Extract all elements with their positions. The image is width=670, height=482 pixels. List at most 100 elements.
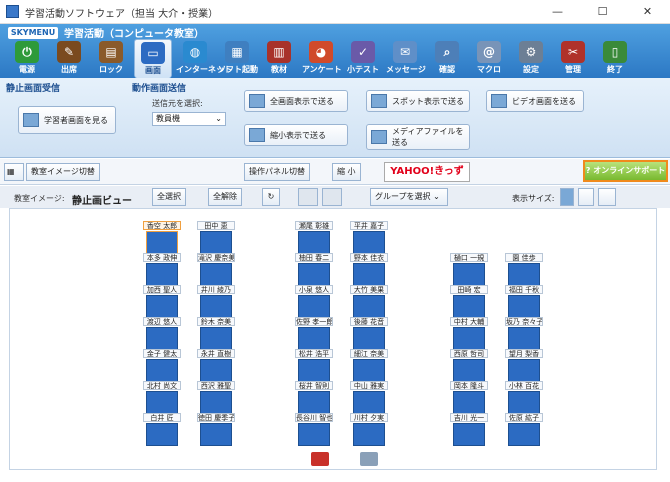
yahoo-kids-link[interactable]: YAHOO!きっず <box>384 162 470 182</box>
student-seat[interactable]: 園 佳歩 <box>505 253 543 286</box>
send-media-file-button[interactable]: メディアファイルを送る <box>366 124 470 150</box>
toolbar-books-button[interactable]: ▥ 教材 <box>260 39 298 78</box>
student-seat[interactable]: 加西 聖人 <box>143 285 181 318</box>
send-video-button[interactable]: ビデオ画面を送る <box>486 90 584 112</box>
student-seat[interactable]: 平井 嘉子 <box>350 221 388 254</box>
toolbar-attendance-button[interactable]: ✎ 出席 <box>50 39 88 78</box>
toolbar-exit-button[interactable]: ▯ 終了 <box>596 39 634 78</box>
size-medium-button[interactable] <box>578 188 594 206</box>
student-seat[interactable]: 川村 夕実 <box>350 413 388 446</box>
software-icon: ▦ <box>225 41 249 63</box>
online-support-button[interactable]: ? オンラインサポート <box>583 160 668 182</box>
student-seat[interactable]: 田中 恵 <box>197 221 235 254</box>
toolbar-message-button[interactable]: ✉ メッセージ <box>386 39 426 78</box>
attendance-icon: ✎ <box>57 41 81 63</box>
toolbar-software-button[interactable]: ▦ ソフト起動 <box>218 39 258 78</box>
student-seat[interactable]: 鈴木 奈美 <box>197 317 235 350</box>
student-seat[interactable]: 永井 直樹 <box>197 349 235 382</box>
student-seat[interactable]: 岡本 隆斗 <box>450 381 488 414</box>
toolbar-macro-button[interactable]: @ マクロ <box>470 39 508 78</box>
toolbar-admin-button[interactable]: ✂ 管理 <box>554 39 592 78</box>
source-select[interactable]: 教員機 ⌄ <box>152 112 226 126</box>
seat-name: 吉川 光一 <box>450 413 488 422</box>
print-icon[interactable] <box>360 452 378 466</box>
student-seat[interactable]: 佐原 紘子 <box>505 413 543 446</box>
send-shrink-button[interactable]: 縮小表示で送る <box>244 124 348 146</box>
student-seat[interactable]: 中村 大輔 <box>450 317 488 350</box>
shrink-button[interactable]: 縮 小 <box>332 163 361 181</box>
student-seat[interactable]: 滝沢 慶奈美 <box>197 253 235 286</box>
student-seat[interactable]: 坂乃 奈々子 <box>505 317 543 350</box>
student-seat[interactable]: 柚田 春二 <box>295 253 333 286</box>
seat-screen-thumbnail <box>508 359 540 382</box>
panel-switch-button[interactable]: 操作パネル切替 <box>244 163 310 181</box>
send-fullscreen-button[interactable]: 全画面表示で送る <box>244 90 348 112</box>
view-student-screen-button[interactable]: 学習者画面を見る <box>18 106 116 134</box>
student-seat[interactable]: 細江 奈美 <box>350 349 388 382</box>
student-seat[interactable]: 吉川 光一 <box>450 413 488 446</box>
student-seat[interactable]: 長谷川 智也 <box>295 413 333 446</box>
student-seat[interactable]: 西原 哲司 <box>450 349 488 382</box>
student-seat[interactable]: 渡辺 悠人 <box>143 317 181 350</box>
maximize-button[interactable]: ☐ <box>580 0 625 24</box>
macro-icon: @ <box>477 41 501 63</box>
student-seat[interactable]: 後藤 花音 <box>350 317 388 350</box>
student-seat[interactable]: 中山 雅実 <box>350 381 388 414</box>
student-seat[interactable]: 福田 千秋 <box>505 285 543 318</box>
student-seat[interactable]: 徳田 慶季子 <box>197 413 235 446</box>
student-seat[interactable]: 野本 佳衣 <box>350 253 388 286</box>
check-icon: ⌕ <box>435 41 459 63</box>
seat-screen-thumbnail <box>146 231 178 254</box>
student-seat[interactable]: 金子 健太 <box>143 349 181 382</box>
seat-screen-thumbnail <box>353 295 385 318</box>
toolbar-power-button[interactable]: ⏻ 電源 <box>8 39 46 78</box>
seat-screen-thumbnail <box>508 423 540 446</box>
student-seat[interactable]: 北村 尚文 <box>143 381 181 414</box>
close-button[interactable]: ✕ <box>625 0 670 24</box>
toolbar-quiz-button[interactable]: ✓ 小テスト <box>344 39 382 78</box>
size-small-button[interactable] <box>560 188 574 206</box>
toolbar-monitor-button[interactable]: ▭ 画面 <box>134 39 172 78</box>
deselect-all-button[interactable]: 全解除 <box>208 188 242 206</box>
student-seat[interactable]: 大竹 美果 <box>350 285 388 318</box>
screen-record-icon[interactable] <box>311 452 329 466</box>
seat-name: 平井 嘉子 <box>350 221 388 230</box>
student-seat[interactable]: 香空 太郎 <box>143 221 181 254</box>
toolbar-survey-button[interactable]: ◕ アンケート <box>302 39 342 78</box>
student-seat[interactable]: 樋口 一規 <box>450 253 488 286</box>
toolbar-check-button[interactable]: ⌕ 確認 <box>428 39 466 78</box>
classroom-image-switch-button[interactable]: 教室イメージ切替 <box>26 163 100 181</box>
group-select-dropdown[interactable]: グループを選択 ⌄ <box>370 188 448 206</box>
refresh-icon[interactable]: ↻ <box>262 188 280 206</box>
survey-icon: ◕ <box>309 41 333 63</box>
student-seat[interactable]: 井川 綾乃 <box>197 285 235 318</box>
seat-screen-thumbnail <box>353 391 385 414</box>
student-seat[interactable]: 小泉 悠人 <box>295 285 333 318</box>
student-seat[interactable]: 西沢 雅聖 <box>197 381 235 414</box>
send-spot-button[interactable]: スポット表示で送る <box>366 90 470 112</box>
seat-screen-thumbnail <box>146 263 178 286</box>
toolbar-settings-button[interactable]: ⚙ 設定 <box>512 39 550 78</box>
grid-view-icon[interactable]: ▦ <box>4 163 24 181</box>
student-seat[interactable]: 田崎 宏 <box>450 285 488 318</box>
seat-name: 徳田 慶季子 <box>197 413 235 422</box>
size-large-button[interactable] <box>598 188 616 206</box>
student-seat[interactable]: 桜井 智則 <box>295 381 333 414</box>
student-seat[interactable]: 本多 政伸 <box>143 253 181 286</box>
seat-name: 福田 千秋 <box>505 285 543 294</box>
student-seat[interactable]: 小林 百花 <box>505 381 543 414</box>
toolbar-lock-button[interactable]: ▤ ロック <box>92 39 130 78</box>
student-seat[interactable]: 佐野 孝一郎 <box>295 317 333 350</box>
select-all-button[interactable]: 全選択 <box>152 188 186 206</box>
display-size-label: 表示サイズ: <box>512 194 555 203</box>
student-seat[interactable]: 松井 浩平 <box>295 349 333 382</box>
seat-screen-thumbnail <box>298 423 330 446</box>
student-seat[interactable]: 白井 匠 <box>143 413 181 446</box>
ribbon-panel: 静止画面受信 学習者画面を見る 動作画面送信 送信元を選択: 教員機 ⌄ 全画面表… <box>0 78 670 158</box>
classroom-grid: 香空 太郎 本多 政伸 加西 聖人 渡辺 悠人 金子 健太 北村 尚文 白井 匠 田中 恵滝沢… <box>9 208 657 470</box>
student-seat[interactable]: 瀬尾 彰雄 <box>295 221 333 254</box>
shrink-icon <box>249 128 265 142</box>
minimize-button[interactable]: — <box>535 0 580 24</box>
toolbar-internet-button[interactable]: ◍ インターネット <box>176 39 232 78</box>
student-seat[interactable]: 望月 梨香 <box>505 349 543 382</box>
